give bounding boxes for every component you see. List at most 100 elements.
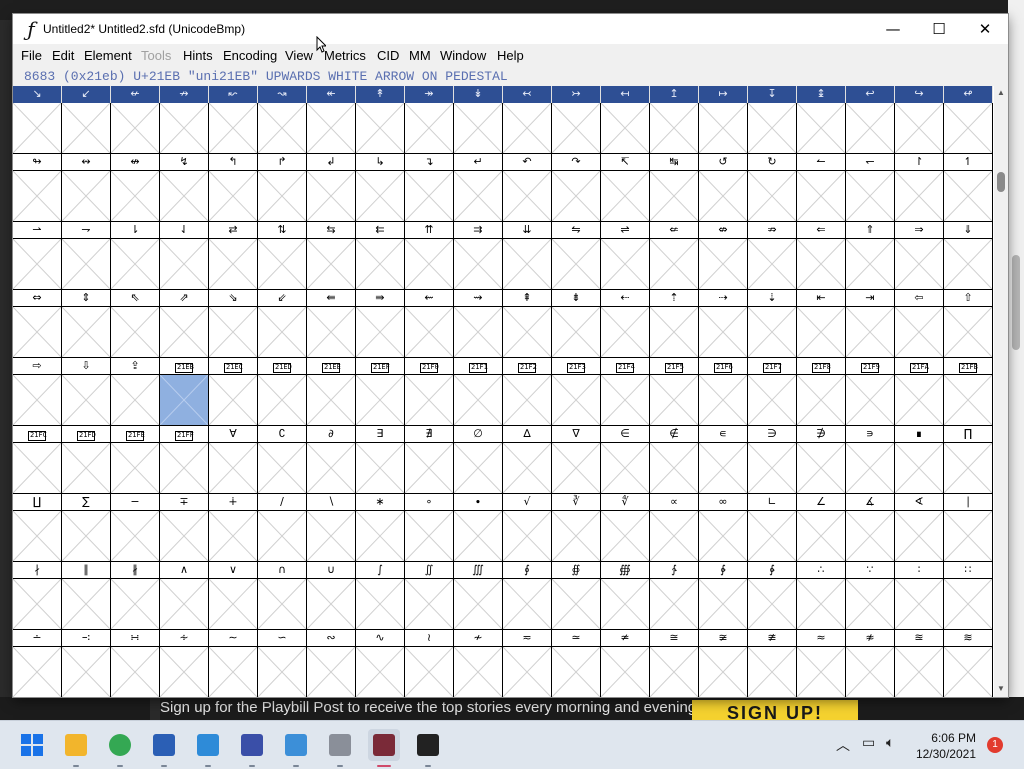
glyph-cell[interactable]: ∃: [356, 426, 405, 494]
glyph-cell[interactable]: ↹: [650, 154, 699, 222]
glyph-cell[interactable]: 21FA: [895, 358, 944, 426]
glyph-cell[interactable]: 21EE: [307, 358, 356, 426]
glyph-cell[interactable]: ⇐: [797, 222, 846, 290]
menu-metrics[interactable]: Metrics: [324, 48, 366, 63]
glyph-cell[interactable]: ⇁: [62, 222, 111, 290]
glyph-cell[interactable]: ⇤: [797, 290, 846, 358]
glyph-cell[interactable]: ∍: [846, 426, 895, 494]
glyph-cell[interactable]: ↿: [944, 154, 993, 222]
glyph-cell[interactable]: ∄: [405, 426, 454, 494]
glyph-cell[interactable]: ⇨: [13, 358, 62, 426]
glyph-cell[interactable]: ∗: [356, 494, 405, 562]
background-scrollbar-thumb[interactable]: [1012, 255, 1020, 350]
glyph-cell[interactable]: 21F4: [601, 358, 650, 426]
glyph-cell[interactable]: ∊: [699, 426, 748, 494]
glyph-cell[interactable]: ⇈: [405, 222, 454, 290]
tray-chevron-up-icon[interactable]: ︿: [836, 735, 850, 755]
menu-window[interactable]: Window: [440, 48, 486, 63]
glyph-cell[interactable]: ↲: [307, 154, 356, 222]
glyph-cell[interactable]: ∭: [454, 562, 503, 630]
glyph-cell[interactable]: ↜: [209, 86, 258, 154]
network-icon[interactable]: ▭: [862, 735, 875, 751]
glyph-cell[interactable]: ∦: [111, 562, 160, 630]
glyph-cell[interactable]: ∛: [552, 494, 601, 562]
terminal-icon[interactable]: [412, 729, 444, 767]
glyph-cell[interactable]: ∾: [307, 630, 356, 697]
glyph-cell[interactable]: ∐: [13, 494, 62, 562]
glyph-cell[interactable]: ∰: [601, 562, 650, 630]
glyph-cell[interactable]: ∤: [13, 562, 62, 630]
glyph-cell[interactable]: ∶: [895, 562, 944, 630]
glyph-cell[interactable]: 21EF: [356, 358, 405, 426]
glyph-cell[interactable]: ⇔: [13, 290, 62, 358]
glyph-cell[interactable]: ↱: [258, 154, 307, 222]
glyph-cell[interactable]: ↰: [209, 154, 258, 222]
glyph-cell[interactable]: ↫: [944, 86, 993, 154]
menu-element[interactable]: Element: [84, 48, 132, 63]
glyph-cell[interactable]: ⇪: [111, 358, 160, 426]
glyph-cell[interactable]: ≇: [748, 630, 797, 697]
glyph-cell[interactable]: ∯: [552, 562, 601, 630]
glyph-cell[interactable]: 21FB: [944, 358, 993, 426]
glyph-cell[interactable]: ⇌: [601, 222, 650, 290]
menu-edit[interactable]: Edit: [52, 48, 74, 63]
glyph-cell[interactable]: ↨: [797, 86, 846, 154]
glyph-cell[interactable]: ⇛: [356, 290, 405, 358]
glyph-cell[interactable]: ≆: [699, 630, 748, 697]
glyph-cell[interactable]: ∬: [405, 562, 454, 630]
scroll-down-icon[interactable]: ▼: [997, 684, 1005, 693]
glyph-cell[interactable]: 21FF: [160, 426, 209, 494]
glyph-cell[interactable]: ↛: [160, 86, 209, 154]
glyph-cell[interactable]: ⇂: [111, 222, 160, 290]
glyph-cell[interactable]: 21F8: [797, 358, 846, 426]
glyph-cell[interactable]: ↘: [13, 86, 62, 154]
glyph-cell[interactable]: ⇘: [209, 290, 258, 358]
glyph-cell[interactable]: ⇢: [699, 290, 748, 358]
glyph-cell[interactable]: ≄: [601, 630, 650, 697]
glyph-cell[interactable]: ↢: [503, 86, 552, 154]
glyph-cell[interactable]: ⇧: [944, 290, 993, 358]
glyph-cell[interactable]: ∱: [650, 562, 699, 630]
notification-badge[interactable]: 1: [987, 737, 1003, 753]
notepad-icon[interactable]: [280, 729, 312, 767]
glyph-cell[interactable]: ⇥: [846, 290, 895, 358]
scrollbar-thumb[interactable]: [997, 172, 1005, 192]
glyph-cell[interactable]: ∩: [258, 562, 307, 630]
glyph-cell[interactable]: ⇍: [650, 222, 699, 290]
glyph-cell[interactable]: 21FE: [111, 426, 160, 494]
glyph-cell[interactable]: ∁: [258, 426, 307, 494]
glyph-cell[interactable]: ↽: [846, 154, 895, 222]
glyph-cell[interactable]: ⇇: [356, 222, 405, 290]
glyph-cell[interactable]: 21F7: [748, 358, 797, 426]
glyph-cell[interactable]: ∷: [944, 562, 993, 630]
glyph-cell[interactable]: ⇎: [699, 222, 748, 290]
glyph-cell[interactable]: ↷: [552, 154, 601, 222]
glyph-cell[interactable]: ↞: [307, 86, 356, 154]
glyph-cell[interactable]: ∆: [503, 426, 552, 494]
glyph-cell[interactable]: ↾: [895, 154, 944, 222]
glyph-cell[interactable]: ≅: [650, 630, 699, 697]
glyph-cell[interactable]: ↭: [62, 154, 111, 222]
glyph-cell[interactable]: ⇖: [111, 290, 160, 358]
close-button[interactable]: ✕: [962, 14, 1008, 44]
glyph-cell[interactable]: ↝: [258, 86, 307, 154]
volume-icon[interactable]: 🔈︎: [886, 735, 894, 751]
glyph-cell[interactable]: ⇆: [307, 222, 356, 290]
glyph-cell[interactable]: ⇚: [307, 290, 356, 358]
glyph-cell[interactable]: ∂: [307, 426, 356, 494]
glyph-cell[interactable]: 21F1: [454, 358, 503, 426]
glyph-cell[interactable]: 21ED: [258, 358, 307, 426]
glyph-cell[interactable]: ↯: [160, 154, 209, 222]
glyph-cell[interactable]: ∪: [307, 562, 356, 630]
glyph-cell[interactable]: ≉: [846, 630, 895, 697]
glyph-cell[interactable]: ⇏: [748, 222, 797, 290]
store-icon[interactable]: [148, 729, 180, 767]
glyph-cell[interactable]: ↩: [846, 86, 895, 154]
start-icon[interactable]: [16, 729, 48, 761]
glyph-cell[interactable]: ↦: [699, 86, 748, 154]
glyph-cell[interactable]: ↸: [601, 154, 650, 222]
glyph-cell[interactable]: ∉: [650, 426, 699, 494]
glyph-cell[interactable]: ⇣: [748, 290, 797, 358]
glyph-cell[interactable]: ∙: [454, 494, 503, 562]
glyph-cell[interactable]: ∀: [209, 426, 258, 494]
